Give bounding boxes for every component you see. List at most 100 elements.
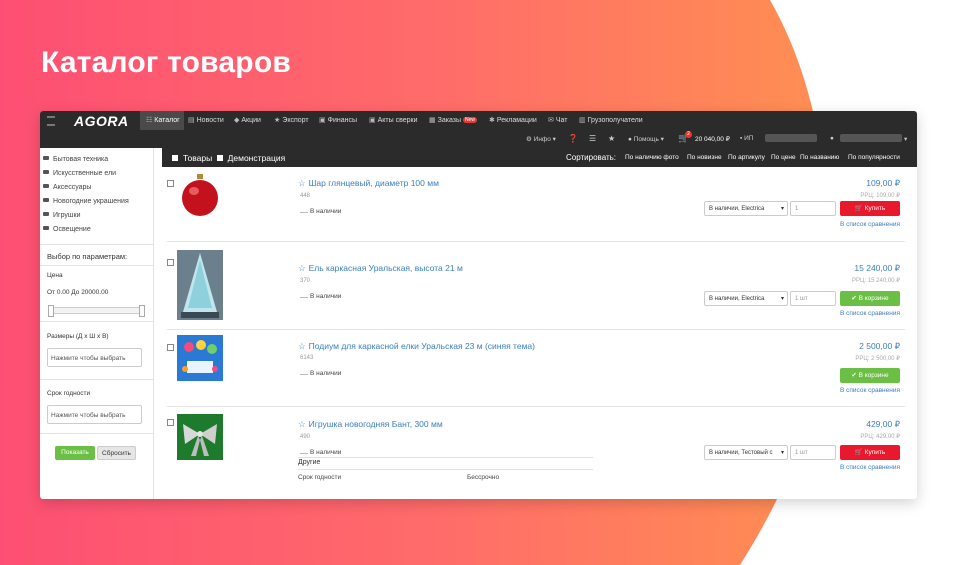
compare-link[interactable]: В список сравнения (840, 221, 900, 228)
nav-item-consignees[interactable]: ▥ Грузополучатели (579, 116, 643, 124)
rrp-price: РРЦ: 15 240,00 ₽ (852, 278, 900, 284)
info-dropdown[interactable]: ⚙ Инфо ▾ (526, 135, 556, 143)
stock-level-icon (300, 207, 308, 213)
product-title[interactable]: ☆ Подиум для каркасной елки Уральская 23 … (298, 341, 535, 352)
question-icon[interactable]: ❓ (568, 134, 578, 143)
check-icon: ✔ (851, 295, 857, 302)
product-checkbox[interactable] (167, 259, 174, 266)
quantity-input[interactable]: 1 шт (790, 291, 836, 306)
shelf-life-picker[interactable]: Нажмите чтобы выбрать (47, 405, 142, 424)
sort-by-price[interactable]: По цене (771, 154, 796, 161)
product-code: 448 (300, 193, 311, 199)
price-range: От 0.00 До 20000.00 (47, 289, 109, 296)
money-icon: ▣ (319, 117, 326, 124)
sidebar-category[interactable]: Новогодние украшения (43, 198, 129, 205)
quantity-input[interactable]: 1 шт (790, 445, 836, 460)
nav-item-reconciliation[interactable]: ▣ Акты сверки (369, 116, 418, 124)
sidebar-category[interactable]: Бытовая техника (43, 156, 108, 163)
product-title[interactable]: ☆ Игрушка новогодняя Бант, 300 мм (298, 419, 443, 430)
logo[interactable]: AGORA (74, 113, 129, 129)
stock-level-icon (300, 448, 308, 454)
help-dropdown[interactable]: ● Помощь ▾ (628, 135, 664, 143)
chevron-down-icon: ▾ (780, 296, 784, 302)
sidebar: Бытовая техника Искусственные ели Аксесс… (40, 148, 154, 499)
top-navbar: AGORA ☷ Каталог ▤ Новости ◆ Акции ★ Экспорт … (40, 111, 917, 130)
company-selector[interactable]: ▪ ИП (740, 135, 753, 142)
view-toggles: Товары Демонстрация (172, 153, 285, 163)
buy-button[interactable]: 🛒 Купить (840, 201, 900, 216)
product-price: 2 500,00 ₽ (859, 341, 900, 351)
product-image-tree[interactable] (177, 250, 223, 320)
compare-link[interactable]: В список сравнения (840, 387, 900, 394)
product-image-podium[interactable] (177, 335, 223, 381)
product-checkbox[interactable] (167, 180, 174, 187)
user-icon[interactable]: ● (830, 135, 834, 142)
building-icon: ▥ (579, 117, 586, 124)
product-title[interactable]: ☆ Ель каркасная Уральская, высота 21 м (298, 263, 463, 274)
money-icon: ▣ (369, 117, 376, 124)
sort-by-new[interactable]: По новизне (687, 154, 722, 161)
sort-by-article[interactable]: По артикулу (728, 154, 765, 161)
in-cart-button[interactable]: ✔ В корзине (840, 291, 900, 306)
company-name-blurred (765, 134, 817, 142)
secondary-navbar: ⚙ Инфо ▾ ❓ ☰ ★ ● Помощь ▾ 🛒 2 20 040,00 … (40, 130, 917, 148)
favorites-star-icon[interactable]: ★ (608, 134, 615, 143)
price-slider[interactable] (48, 305, 145, 317)
folder-icon (43, 198, 49, 202)
compare-link[interactable]: В список сравнения (840, 310, 900, 317)
divider (40, 379, 153, 380)
nav-item-promo[interactable]: ◆ Акции (234, 116, 261, 124)
sort-by-name[interactable]: По названию (800, 154, 839, 161)
product-checkbox[interactable] (167, 344, 174, 351)
star-outline-icon[interactable]: ☆ (298, 263, 306, 273)
nav-item-orders[interactable]: ▦ Заказы New (429, 116, 478, 124)
warehouse-select[interactable]: В наличии, Electrica ▾ (704, 201, 788, 216)
nav-item-chat[interactable]: ✉ Чат (548, 116, 568, 124)
star-outline-icon[interactable]: ☆ (298, 419, 306, 429)
slider-handle-max[interactable] (139, 305, 145, 317)
nav-item-news[interactable]: ▤ Новости (188, 116, 224, 124)
product-image-red-ball[interactable] (177, 173, 223, 219)
nav-item-export[interactable]: ★ Экспорт (274, 116, 309, 124)
cart-icon: 🛒 (854, 205, 863, 212)
divider (40, 265, 153, 266)
sort-by-photo[interactable]: По наличию фото (625, 154, 679, 161)
star-outline-icon[interactable]: ☆ (298, 178, 306, 188)
cart-count-badge: 2 (685, 131, 692, 138)
nav-item-finance[interactable]: ▣ Финансы (319, 116, 357, 124)
user-chevron-down-icon[interactable]: ▾ (904, 135, 907, 143)
buy-button[interactable]: 🛒 Купить (840, 445, 900, 460)
quantity-input[interactable]: 1 (790, 201, 836, 216)
folder-icon (43, 156, 49, 160)
sidebar-category[interactable]: Искусственные ели (43, 170, 116, 177)
compare-link[interactable]: В список сравнения (840, 464, 900, 471)
goods-checkbox[interactable] (172, 155, 178, 161)
product-image-bow[interactable] (177, 414, 223, 460)
sidebar-category[interactable]: Аксессуары (43, 184, 91, 191)
chevron-down-icon: ▾ (780, 450, 784, 456)
warehouse-select[interactable]: В наличии, Тестовый с ▾ (704, 445, 788, 460)
star-icon: ★ (274, 117, 281, 124)
sidebar-category[interactable]: Игрушки (43, 212, 81, 219)
warehouse-select[interactable]: В наличии, Electrica ▾ (704, 291, 788, 306)
sort-by-popularity[interactable]: По популярности (848, 154, 900, 161)
nav-item-complaints[interactable]: ✱ Рекламации (489, 116, 537, 124)
cart-total[interactable]: 20 040,00 ₽ (695, 135, 730, 143)
demo-checkbox[interactable] (216, 155, 223, 161)
list-view-icon[interactable]: ☰ (589, 134, 596, 143)
size-picker[interactable]: Нажмите чтобы выбрать (47, 348, 142, 367)
product-title[interactable]: ☆ Шар глянцевый, диаметр 100 мм (298, 178, 439, 189)
demo-label[interactable]: Демонстрация (228, 153, 286, 163)
show-button[interactable]: Показать (55, 446, 95, 460)
star-outline-icon[interactable]: ☆ (298, 341, 306, 351)
product-checkbox[interactable] (167, 419, 174, 426)
stock-level-icon (300, 292, 308, 298)
goods-label[interactable]: Товары (183, 153, 212, 163)
slider-handle-min[interactable] (48, 305, 54, 317)
reset-button[interactable]: Сбросить (97, 446, 136, 460)
nav-item-catalog[interactable]: ☷ Каталог (140, 111, 184, 130)
product-code: 370 (300, 278, 311, 284)
sidebar-category[interactable]: Освещение (43, 226, 91, 233)
menu-icon[interactable] (47, 116, 55, 126)
in-cart-button[interactable]: ✔ В корзине (840, 368, 900, 383)
